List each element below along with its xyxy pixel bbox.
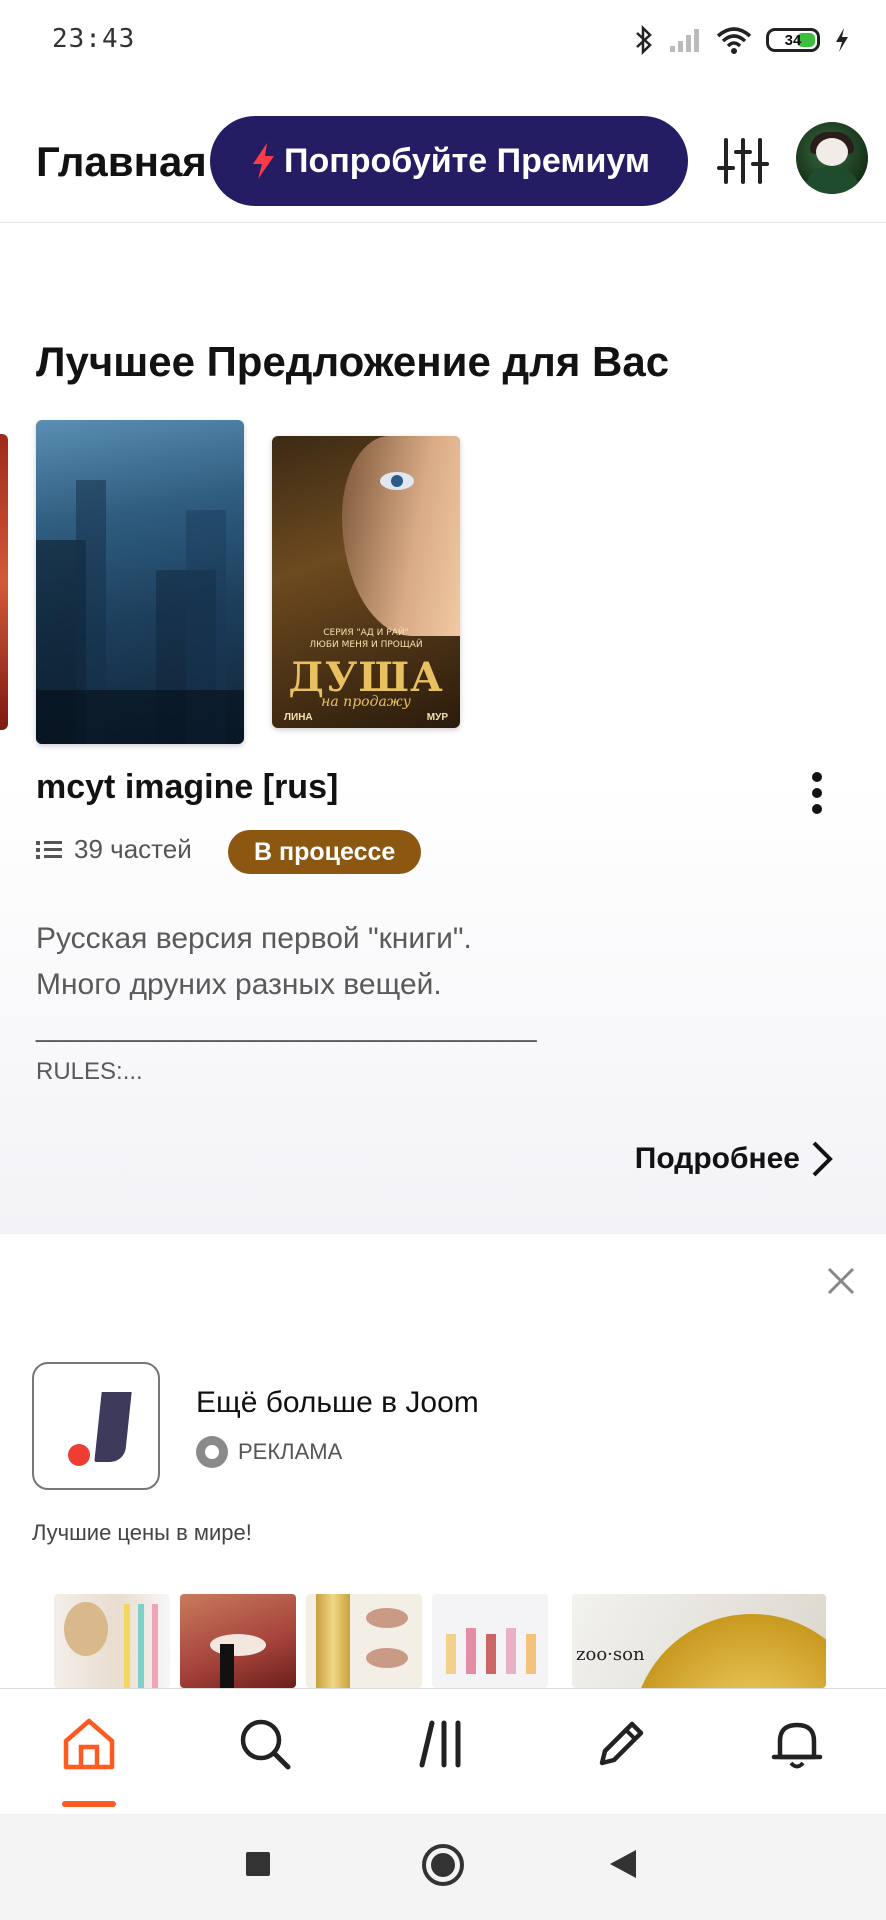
cover-subtitle: на продажу	[321, 694, 411, 710]
description-divider: ______________________________	[36, 1010, 537, 1043]
ad-info-icon	[196, 1436, 228, 1468]
description-line-2: Много друних разных вещей.	[36, 968, 442, 1001]
description-line-1: Русская версия первой "книги".	[36, 922, 472, 955]
cover-author-last: МУР	[426, 712, 448, 723]
bluetooth-icon	[636, 25, 652, 55]
home-icon[interactable]	[60, 1715, 118, 1773]
cover-series-2: ЛЮБИ МЕНЯ И ПРОЩАЙ	[309, 640, 423, 650]
ad-product-image[interactable]: zoo·son	[572, 1594, 826, 1688]
library-icon[interactable]	[414, 1715, 472, 1773]
back-triangle-icon[interactable]	[608, 1848, 638, 1880]
ad-tagline: Лучшие цены в мире!	[32, 1520, 252, 1545]
details-label: Подробнее	[634, 1142, 800, 1175]
story-title[interactable]: mcyt imagine [rus]	[36, 768, 338, 807]
pencil-write-icon[interactable]	[592, 1715, 650, 1773]
ad-product-image[interactable]	[54, 1594, 170, 1688]
app-header: Главная Попробуйте Премиум	[0, 104, 886, 223]
story-description: Русская версия первой "книги". Много дру…	[36, 916, 796, 1008]
status-badge: В процессе	[228, 830, 422, 874]
story-cover-selected[interactable]	[36, 420, 244, 744]
joom-logo	[32, 1362, 160, 1490]
more-options-icon[interactable]	[802, 768, 832, 818]
ad-product-image[interactable]	[432, 1594, 548, 1688]
status-bar: 23:43 34	[0, 0, 886, 80]
story-cover-partial[interactable]	[0, 434, 8, 730]
charging-icon	[836, 28, 848, 52]
wifi-icon	[716, 27, 752, 54]
bottom-nav	[0, 1688, 886, 1813]
story-parts: 39 частей	[36, 834, 192, 865]
search-icon[interactable]	[236, 1715, 294, 1773]
ad-product-image[interactable]	[306, 1594, 422, 1688]
description-rules: RULES:...	[36, 1058, 143, 1085]
avatar[interactable]	[796, 122, 868, 194]
home-circle-icon[interactable]	[420, 1842, 466, 1888]
close-icon[interactable]	[826, 1266, 856, 1296]
parts-count: 39 частей	[74, 834, 192, 864]
list-icon	[36, 840, 62, 859]
status-icons: 34	[634, 22, 850, 58]
ad-title: Ещё больше в Joom	[196, 1386, 479, 1419]
status-time: 23:43	[52, 24, 136, 54]
lightning-icon	[253, 143, 274, 179]
cover-author-first: ЛИНА	[284, 712, 313, 723]
story-cover-dusha[interactable]: СЕРИЯ "АД И РАЙ" ЛЮБИ МЕНЯ И ПРОЩАЙ ДУША…	[272, 436, 460, 728]
ad-label-text: РЕКЛАМА	[238, 1439, 343, 1464]
battery-icon: 34	[766, 28, 820, 52]
premium-label: Попробуйте Премиум	[284, 141, 650, 180]
cellular-signal-icon	[670, 29, 699, 52]
ad-product-image[interactable]	[180, 1594, 296, 1688]
ad-brand-text: zoo·son	[576, 1644, 645, 1665]
bell-notifications-icon[interactable]	[768, 1715, 826, 1773]
system-nav-bar	[0, 1814, 886, 1920]
ad-label: РЕКЛАМА	[196, 1436, 342, 1468]
section-title: Лучшее Предложение для Вас	[36, 338, 670, 385]
filter-sliders-icon[interactable]	[716, 134, 770, 188]
home-tab-indicator	[62, 1801, 116, 1807]
ad-banner[interactable]: Ещё больше в Joom РЕКЛАМА Лучшие цены в …	[0, 1236, 886, 1688]
recents-square-icon[interactable]	[244, 1850, 272, 1878]
battery-level: 34	[784, 31, 802, 49]
cover-series: СЕРИЯ "АД И РАЙ"	[323, 628, 409, 638]
page-title: Главная	[36, 138, 207, 185]
details-link[interactable]: Подробнее	[635, 1140, 834, 1178]
try-premium-button[interactable]: Попробуйте Премиум	[210, 116, 688, 206]
chevron-right-icon	[812, 1141, 833, 1177]
